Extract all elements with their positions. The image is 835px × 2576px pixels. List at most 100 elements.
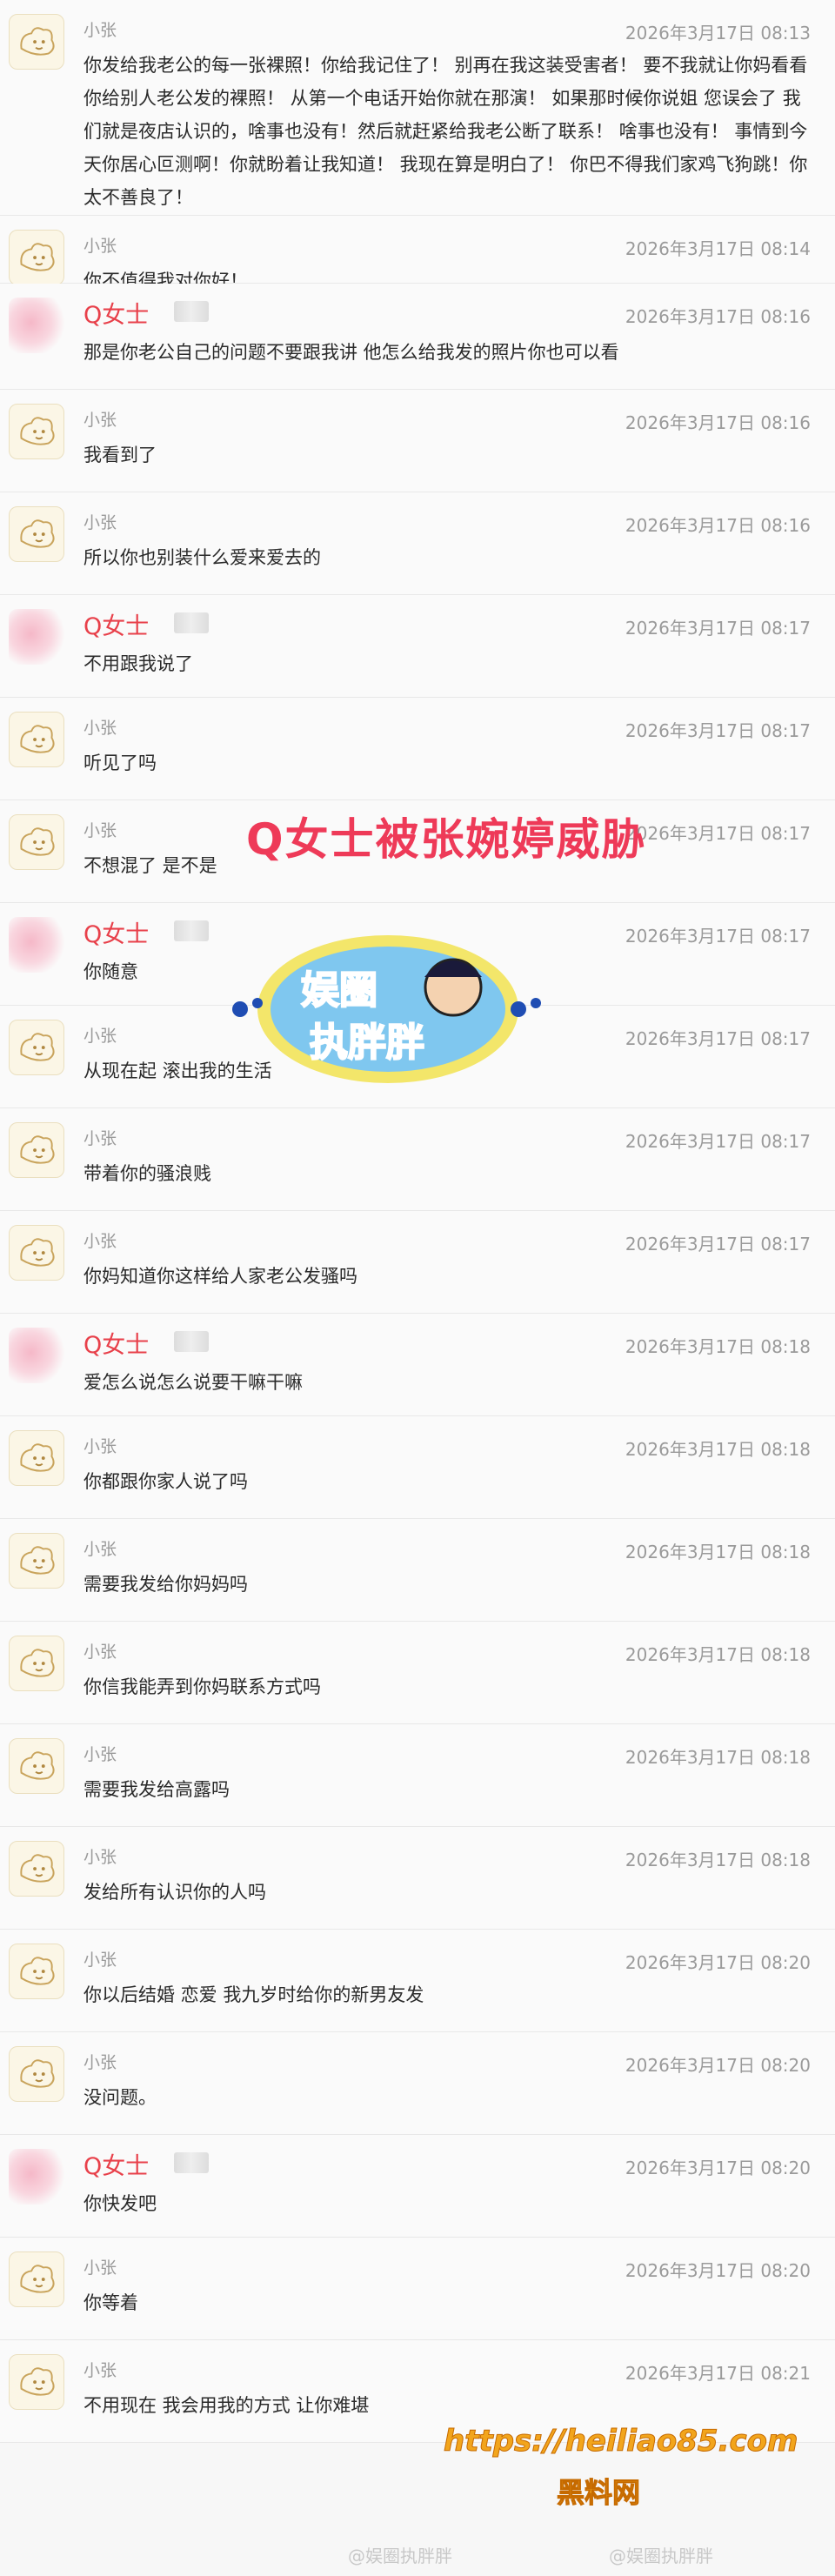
sender-name[interactable]: Q女士 bbox=[84, 607, 149, 641]
sender-name[interactable]: Q女士 bbox=[84, 2147, 149, 2181]
avatar[interactable] bbox=[9, 1020, 64, 1075]
avatar[interactable] bbox=[9, 230, 64, 285]
message-text: 我看到了 bbox=[84, 445, 157, 465]
message-text: 你快发吧 bbox=[84, 2193, 157, 2214]
avatar[interactable] bbox=[9, 814, 64, 870]
chat-message: 小张 2026年3月17日 08:17 带着你的骚浪贱 bbox=[0, 1108, 835, 1211]
avatar[interactable] bbox=[9, 1738, 64, 1794]
message-text: 那是你老公自己的问题不要跟我讲 他怎么给我发的照片你也可以看 bbox=[84, 342, 619, 363]
chat-message: 小张 2026年3月17日 08:17 听见了吗 bbox=[0, 698, 835, 800]
chat-message: 小张 2026年3月17日 08:17 你妈知道你这样给人家老公发骚吗 bbox=[0, 1211, 835, 1314]
chat-message: 小张 2026年3月17日 08:18 你信我能弄到你妈联系方式吗 bbox=[0, 1622, 835, 1724]
message-text: 你都跟你家人说了吗 bbox=[84, 1471, 248, 1492]
message-timestamp: 2026年3月17日 08:20 bbox=[625, 2260, 811, 2281]
sender-name[interactable]: 小张 bbox=[84, 510, 117, 533]
avatar[interactable] bbox=[9, 1841, 64, 1897]
message-text: 你信我能弄到你妈联系方式吗 bbox=[84, 1676, 321, 1697]
sender-name[interactable]: 小张 bbox=[84, 1228, 117, 1252]
message-text: 爱怎么说怎么说要干嘛干嘛 bbox=[84, 1372, 303, 1393]
message-timestamp: 2026年3月17日 08:17 bbox=[625, 926, 811, 947]
sender-name[interactable]: Q女士 bbox=[84, 915, 149, 949]
logo-watermark: 娱圈 执胖胖 bbox=[232, 935, 541, 1083]
avatar[interactable] bbox=[9, 1636, 64, 1691]
message-text: 你等着 bbox=[84, 2292, 138, 2313]
message-timestamp: 2026年3月17日 08:18 bbox=[625, 1439, 811, 1460]
avatar[interactable] bbox=[9, 14, 64, 70]
message-text: 没问题。 bbox=[84, 2087, 157, 2108]
avatar[interactable] bbox=[9, 1122, 64, 1178]
message-text: 你发给我老公的每一张裸照！你给我记住了！ 别再在我这装受害者！ 要不我就让你妈看… bbox=[84, 55, 808, 208]
redaction-blur bbox=[174, 1331, 209, 1352]
avatar[interactable] bbox=[9, 1944, 64, 1999]
chat-message: 小张 2026年3月17日 08:18 你都跟你家人说了吗 bbox=[0, 1416, 835, 1519]
message-timestamp: 2026年3月17日 08:17 bbox=[625, 1234, 811, 1255]
redaction-blur bbox=[174, 2152, 209, 2173]
sender-name[interactable]: 小张 bbox=[84, 2255, 117, 2278]
sender-name[interactable]: 小张 bbox=[84, 407, 117, 431]
message-text: 带着你的骚浪贱 bbox=[84, 1163, 211, 1184]
avatar[interactable] bbox=[9, 298, 64, 353]
message-timestamp: 2026年3月17日 08:18 bbox=[625, 1747, 811, 1768]
message-timestamp: 2026年3月17日 08:14 bbox=[625, 238, 811, 259]
sender-name[interactable]: 小张 bbox=[84, 1844, 117, 1868]
chat-message: 小张 2026年3月17日 08:13 你发给我老公的每一张裸照！你给我记住了！ 别… bbox=[0, 0, 835, 216]
sender-name[interactable]: 小张 bbox=[84, 1536, 117, 1560]
message-text: 不用跟我说了 bbox=[84, 653, 193, 674]
sender-name[interactable]: 小张 bbox=[84, 2358, 117, 2381]
sender-name[interactable]: 小张 bbox=[84, 2050, 117, 2073]
chat-log: 小张 2026年3月17日 08:13 你发给我老公的每一张裸照！你给我记住了！ 别… bbox=[0, 0, 835, 2443]
message-text: 需要我发给高露吗 bbox=[84, 1779, 230, 1800]
avatar[interactable] bbox=[9, 1430, 64, 1486]
sender-name[interactable]: 小张 bbox=[84, 17, 117, 41]
avatar[interactable] bbox=[9, 2251, 64, 2307]
message-timestamp: 2026年3月17日 08:17 bbox=[625, 823, 811, 844]
chat-message: Q女士 2026年3月17日 08:18 爱怎么说怎么说要干嘛干嘛 bbox=[0, 1314, 835, 1416]
chat-message: 小张 2026年3月17日 08:20 没问题。 bbox=[0, 2032, 835, 2135]
sender-name[interactable]: 小张 bbox=[84, 1434, 117, 1457]
avatar[interactable] bbox=[9, 609, 64, 665]
chat-message: 小张 2026年3月17日 08:16 我看到了 bbox=[0, 390, 835, 492]
message-text: 听见了吗 bbox=[84, 753, 157, 773]
chat-message: Q女士 2026年3月17日 08:17 不用跟我说了 bbox=[0, 595, 835, 698]
sender-name[interactable]: Q女士 bbox=[84, 1326, 149, 1360]
sender-name[interactable]: 小张 bbox=[84, 818, 117, 841]
avatar[interactable] bbox=[9, 2046, 64, 2102]
sender-name[interactable]: 小张 bbox=[84, 1023, 117, 1047]
avatar[interactable] bbox=[9, 506, 64, 562]
message-timestamp: 2026年3月17日 08:20 bbox=[625, 2158, 811, 2178]
message-timestamp: 2026年3月17日 08:17 bbox=[625, 1028, 811, 1049]
sender-name[interactable]: 小张 bbox=[84, 233, 117, 257]
sender-name[interactable]: 小张 bbox=[84, 1639, 117, 1663]
message-text: 所以你也别装什么爱来爱去的 bbox=[84, 547, 321, 568]
avatar[interactable] bbox=[9, 1533, 64, 1589]
chat-message: 小张 2026年3月17日 08:18 发给所有认识你的人吗 bbox=[0, 1827, 835, 1930]
message-timestamp: 2026年3月17日 08:18 bbox=[625, 1542, 811, 1562]
sender-name[interactable]: Q女士 bbox=[84, 296, 149, 330]
message-text: 你妈知道你这样给人家老公发骚吗 bbox=[84, 1266, 357, 1287]
avatar[interactable] bbox=[9, 1328, 64, 1383]
message-timestamp: 2026年3月17日 08:18 bbox=[625, 1644, 811, 1665]
message-text: 需要我发给你妈妈吗 bbox=[84, 1574, 248, 1595]
sender-name[interactable]: 小张 bbox=[84, 1742, 117, 1765]
sender-name[interactable]: 小张 bbox=[84, 1126, 117, 1149]
message-timestamp: 2026年3月17日 08:16 bbox=[625, 412, 811, 433]
avatar[interactable] bbox=[9, 712, 64, 767]
avatar[interactable] bbox=[9, 917, 64, 973]
avatar[interactable] bbox=[9, 2149, 64, 2205]
sender-name[interactable]: 小张 bbox=[84, 1947, 117, 1970]
logo-line1: 娱圈 bbox=[301, 968, 377, 1013]
avatar[interactable] bbox=[9, 1225, 64, 1281]
message-timestamp: 2026年3月17日 08:17 bbox=[625, 618, 811, 639]
faded-watermark-left: @娱圈执胖胖 bbox=[348, 2546, 452, 2566]
chat-message: 小张 2026年3月17日 08:18 需要我发给你妈妈吗 bbox=[0, 1519, 835, 1622]
overlay-caption: Q女士被张婉婷威胁 bbox=[246, 814, 647, 865]
redaction-blur bbox=[174, 920, 209, 941]
chat-message: Q女士 2026年3月17日 08:20 你快发吧 bbox=[0, 2135, 835, 2238]
message-timestamp: 2026年3月17日 08:13 bbox=[625, 23, 811, 43]
chat-message: 小张 2026年3月17日 08:20 你以后结婚 恋爱 我九岁时给你的新男友发 bbox=[0, 1930, 835, 2032]
avatar[interactable] bbox=[9, 2354, 64, 2410]
avatar[interactable] bbox=[9, 404, 64, 459]
chat-message: 小张 2026年3月17日 08:18 需要我发给高露吗 bbox=[0, 1724, 835, 1827]
message-text: 发给所有认识你的人吗 bbox=[84, 1882, 266, 1903]
sender-name[interactable]: 小张 bbox=[84, 715, 117, 739]
